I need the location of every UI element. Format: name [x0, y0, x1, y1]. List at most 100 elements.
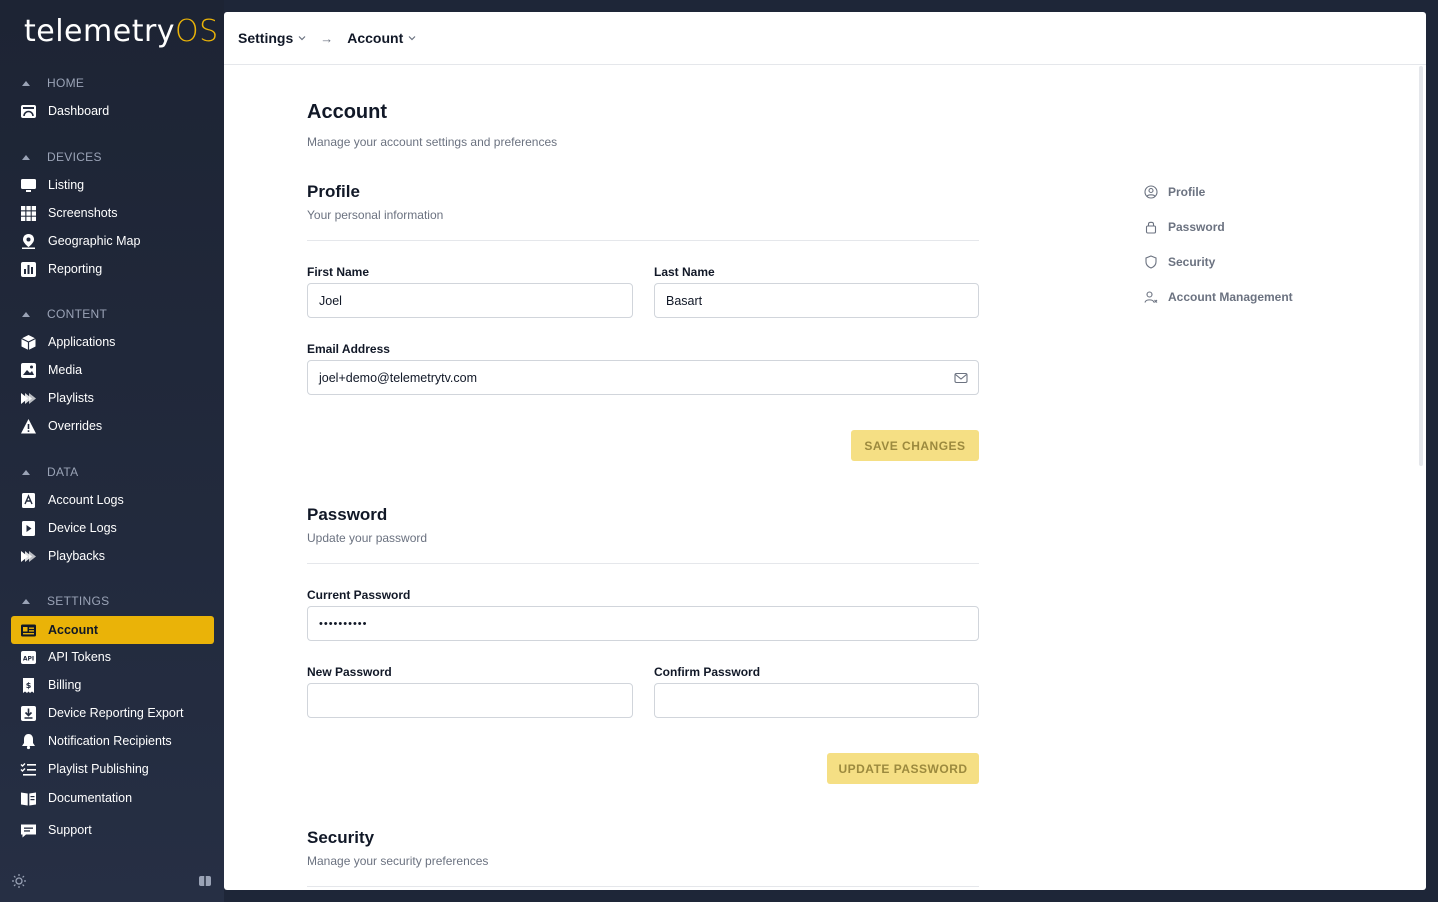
download-icon — [20, 705, 37, 722]
playback-icon — [20, 548, 37, 565]
email-value: joel+demo@telemetrytv.com — [319, 370, 478, 385]
profile-subtitle: Your personal information — [307, 208, 444, 222]
toc-label: Account Management — [1168, 290, 1293, 304]
toc-item-profile[interactable]: Profile — [1144, 183, 1205, 201]
sidebar-item-api-tokens[interactable]: API API Tokens — [11, 643, 214, 671]
security-subtitle: Manage your security preferences — [307, 854, 489, 868]
sidebar-item-support[interactable]: Support — [11, 816, 214, 844]
sidebar-item-overrides[interactable]: Overrides — [11, 412, 214, 440]
sidebar-item-applications[interactable]: Applications — [11, 328, 214, 356]
sidebar-item-listing[interactable]: Listing — [11, 171, 214, 199]
divider — [307, 563, 979, 564]
section-title: DATA — [47, 465, 79, 479]
new-password-label: New Password — [307, 665, 392, 679]
last-name-label: Last Name — [654, 265, 715, 279]
toc-item-password[interactable]: Password — [1144, 218, 1225, 236]
current-password-value: •••••••••• — [319, 617, 368, 630]
grid-icon — [20, 205, 37, 222]
sidebar-item-account[interactable]: Account — [11, 616, 214, 644]
update-password-button[interactable]: UPDATE PASSWORD — [827, 753, 979, 784]
sidebar-item-label: Playbacks — [48, 549, 105, 563]
collapse-triangle-icon — [22, 80, 30, 86]
collapse-triangle-icon — [22, 469, 30, 475]
lock-icon — [1144, 220, 1158, 234]
mail-icon — [954, 372, 968, 384]
image-icon — [20, 362, 37, 379]
book-icon — [20, 790, 37, 807]
sidebar-item-reporting[interactable]: Reporting — [11, 255, 214, 283]
brand-logo[interactable]: telemetryOS — [24, 14, 219, 49]
sidebar-item-documentation[interactable]: Documentation — [11, 784, 214, 812]
toc-item-account-management[interactable]: Account Management — [1144, 288, 1293, 306]
sidebar-item-label: Geographic Map — [48, 234, 141, 248]
confirm-password-label: Confirm Password — [654, 665, 761, 679]
bell-icon — [20, 733, 37, 750]
current-password-label: Current Password — [307, 588, 411, 602]
sidebar-item-playbacks[interactable]: Playbacks — [11, 542, 214, 570]
sidebar-item-billing[interactable]: $ Billing — [11, 671, 214, 699]
section-settings[interactable]: SETTINGS — [22, 592, 109, 610]
sidebar-item-label: Overrides — [48, 419, 103, 433]
divider — [307, 886, 979, 887]
map-pin-icon — [20, 233, 37, 250]
sidebar-item-notification-recipients[interactable]: Notification Recipients — [11, 727, 214, 755]
sidebar-item-account-logs[interactable]: Account Logs — [11, 486, 214, 514]
toc-item-security[interactable]: Security — [1144, 253, 1215, 271]
sidebar-item-label: Playlists — [48, 391, 94, 405]
chat-icon — [20, 822, 37, 839]
sidebar-item-screenshots[interactable]: Screenshots — [11, 199, 214, 227]
sidebar-item-label: Billing — [48, 678, 82, 692]
password-heading: Password — [307, 505, 388, 524]
sidebar-item-device-logs[interactable]: Device Logs — [11, 514, 214, 542]
save-changes-button[interactable]: SAVE CHANGES — [851, 430, 979, 461]
device-log-icon — [20, 520, 37, 537]
cube-icon — [20, 334, 37, 351]
sidebar-item-playlists[interactable]: Playlists — [11, 384, 214, 412]
collapse-sidebar-icon[interactable] — [197, 873, 213, 889]
sidebar-item-label: Dashboard — [48, 104, 110, 118]
section-devices[interactable]: DEVICES — [22, 148, 102, 166]
section-content[interactable]: CONTENT — [22, 305, 107, 323]
sidebar: telemetryOS HOME Dashboard DEVICES Listi… — [0, 0, 224, 902]
password-subtitle: Update your password — [307, 531, 428, 545]
sidebar-item-label: Playlist Publishing — [48, 762, 149, 776]
email-label: Email Address — [307, 342, 390, 356]
breadcrumb-settings[interactable]: Settings — [238, 30, 306, 46]
bar-chart-icon — [20, 261, 37, 278]
api-icon: API — [20, 649, 37, 666]
confirm-password-field[interactable] — [654, 683, 979, 718]
sidebar-item-label: Documentation — [48, 791, 133, 805]
last-name-field[interactable]: Basart — [654, 283, 979, 318]
first-name-field[interactable]: Joel — [307, 283, 633, 318]
brand-logo-main: telemetry — [24, 14, 176, 49]
current-password-field[interactable]: •••••••••• — [307, 606, 979, 641]
sidebar-item-dashboard[interactable]: Dashboard — [11, 97, 214, 125]
sidebar-item-label: Notification Recipients — [48, 734, 172, 748]
sidebar-item-label: Support — [48, 823, 92, 837]
new-password-field[interactable] — [307, 683, 633, 718]
sidebar-item-media[interactable]: Media — [11, 356, 214, 384]
chevron-down-icon — [408, 36, 416, 41]
sidebar-item-device-reporting-export[interactable]: Device Reporting Export — [11, 699, 214, 727]
first-name-label: First Name — [307, 265, 370, 279]
email-field[interactable]: joel+demo@telemetrytv.com — [307, 360, 979, 395]
sidebar-item-label: Applications — [48, 335, 116, 349]
sun-icon[interactable] — [11, 873, 27, 889]
monitor-icon — [20, 177, 37, 194]
sidebar-item-playlist-publishing[interactable]: Playlist Publishing — [11, 755, 214, 783]
page-subtitle: Manage your account settings and prefere… — [307, 135, 558, 149]
collapse-triangle-icon — [22, 154, 30, 160]
breadcrumb-label: Settings — [238, 30, 294, 46]
section-home[interactable]: HOME — [22, 74, 84, 92]
toc-label: Security — [1168, 255, 1216, 269]
breadcrumb-account[interactable]: Account — [347, 30, 416, 46]
section-data[interactable]: DATA — [22, 463, 78, 481]
scrollbar-thumb[interactable] — [1419, 66, 1423, 466]
sidebar-item-geographic-map[interactable]: Geographic Map — [11, 227, 214, 255]
sidebar-item-label: Device Logs — [48, 521, 117, 535]
list-check-icon — [20, 761, 37, 778]
section-title: SETTINGS — [47, 594, 110, 608]
section-title: CONTENT — [47, 307, 108, 321]
first-name-value: Joel — [319, 293, 342, 308]
profile-heading: Profile — [307, 182, 360, 201]
